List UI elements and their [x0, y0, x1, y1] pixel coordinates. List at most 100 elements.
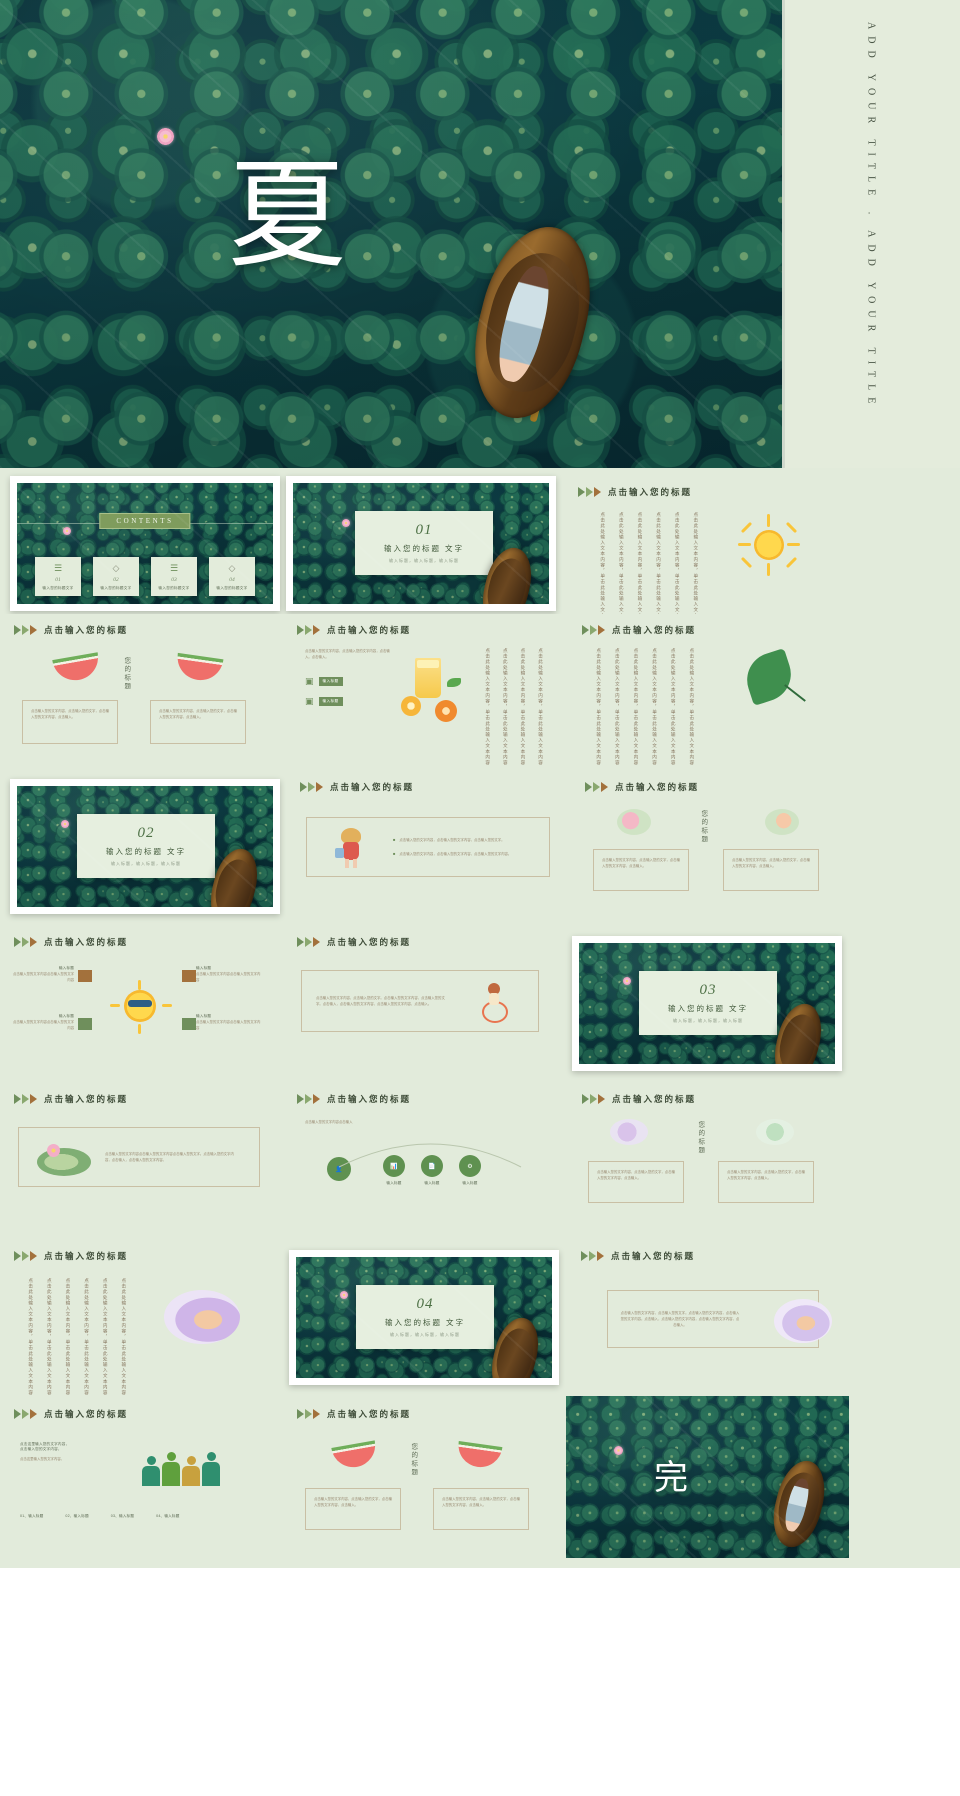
connector-block: [78, 1018, 92, 1030]
deck-row: 点击输入您的标题 点击输入您的文字内容点击输入您的文字内容点击输入您的文字。点击…: [0, 1083, 960, 1238]
thumbnail-swim-girl[interactable]: 点击输入您的标题 点击输入您的文字内容，点击输入您的文字。点击输入您的文字内容，…: [283, 926, 566, 1083]
process-step-label: 输入标题: [462, 1181, 478, 1185]
legend-item: 03、输入标题: [110, 1514, 135, 1518]
thumbnail-team[interactable]: 点击输入您的标题 点击这里输入您的文字内容， 点击输入您的文字内容， 点击这里输…: [0, 1396, 283, 1558]
bullet-item: ■ 点击输入您的文字内容，点击输入您的文字内容，点击输入您的文字内容。: [393, 851, 539, 857]
slide-header: 点击输入您的标题: [582, 624, 696, 636]
connector-block: [182, 1018, 196, 1030]
thumbnail-sleep-girl[interactable]: 点击输入您的标题 点击输入您的文字内容，点击输入您的文字。点击输入您的文字内容，…: [565, 1238, 848, 1396]
thumbnail-pool-people[interactable]: 点击输入您的标题 您的标题 点击输入您的文字内容，点击输入您的文字，点击输入您的…: [566, 1083, 849, 1238]
chevron-right-icon: [14, 625, 37, 635]
slide-header: 点击输入您的标题: [14, 1093, 128, 1105]
thumbnail-two-people[interactable]: 点击输入您的标题 您的标题 点击输入您的文字内容，点击输入您的文字，点击输入您的…: [569, 771, 852, 926]
list-item[interactable]: ▣ 输入标题: [305, 676, 343, 687]
section-number: 04: [416, 1296, 434, 1312]
thumbnail-vertical-girl[interactable]: 点击输入您的标题 点击此处输入文本内容，单击此处输入文本内容 点击此处输入文本内…: [0, 1238, 283, 1396]
page-title: 夏: [228, 151, 347, 282]
thumbnail-contents[interactable]: CONTENTS ☰ 01 输入您的标题文字 ◇ 02 输入您的标题文字 ☰ 0…: [10, 476, 280, 611]
thumbnail-watermelon[interactable]: 点击输入您的标题 您的标题 点击输入您的文字内容，点击输入您的文字，点击输入您的…: [0, 614, 283, 771]
vertical-text-col: 点击此处输入文本内容，单击此处输入文本内容: [538, 648, 544, 766]
team-figures: [142, 1452, 220, 1486]
slide-header-text: 点击输入您的标题: [330, 783, 415, 793]
slide-header: 点击输入您的标题: [578, 486, 692, 498]
thumbnail-section-03[interactable]: 03 输入您的标题 文字 输入标题，输入标题，输入标题: [572, 936, 842, 1071]
book-icon: ▣: [305, 676, 314, 686]
slide-header-text: 点击输入您的标题: [327, 626, 412, 636]
deck-row: 点击输入您的标题 您的标题 点击输入您的文字内容，点击输入您的文字，点击输入您的…: [0, 614, 960, 771]
slide-header: 点击输入您的标题: [14, 1408, 128, 1420]
thumbnail-lotus-leaf[interactable]: 点击输入您的标题 点击输入您的文字内容点击输入您的文字内容点击输入您的文字。点击…: [0, 1083, 283, 1238]
slide-header: 点击输入您的标题: [297, 624, 411, 636]
slide-header-text: 点击输入您的标题: [612, 626, 697, 636]
slide-header: 点击输入您的标题: [297, 1093, 411, 1105]
content-card-body: 点击输入您的文字内容，点击输入您的文字。点击输入您的文字内容，点击输入您的文字。…: [316, 995, 445, 1006]
slide-header-text: 点击输入您的标题: [611, 1252, 696, 1262]
contents-item-4[interactable]: ◇ 04 输入您的标题文字: [209, 557, 255, 596]
section-title: 输入您的标题 文字: [105, 847, 187, 856]
figure-icon: [142, 1456, 160, 1486]
layers-icon: ◇: [112, 563, 120, 573]
contents-item-3[interactable]: ☰ 03 输入您的标题文字: [151, 557, 197, 596]
section-card: 02 输入您的标题 文字 输入标题，输入标题，输入标题: [77, 814, 215, 878]
vertical-text-col: 点击此处输入文本内容，单击此处输入文本内容: [615, 648, 621, 766]
thumbnail-section-02[interactable]: 02 输入您的标题 文字 输入标题，输入标题，输入标题: [10, 779, 280, 914]
thumbnail-section-04[interactable]: 04 输入您的标题 文字 输入标题，输入标题，输入标题: [289, 1250, 559, 1385]
bullet-dot-icon: ■: [393, 850, 396, 856]
thumbnail-process[interactable]: 点击输入您的标题 点击输入您的文字内容点击输入 👤 📊 输入标题 📄 输入标题 …: [283, 1083, 566, 1238]
legend-item: 01、输入标题: [20, 1514, 44, 1518]
thumbnail-melon-end[interactable]: 点击输入您的标题 您的标题 点击输入您的文字内容，点击输入您的文字，点击输入您的…: [283, 1396, 566, 1558]
bullet-text: 点击输入您的文字内容，点击输入您的文字内容，点击输入您的文字内容。: [399, 851, 512, 856]
thumbnail-sun-mindmap[interactable]: 点击输入您的标题 输入标题 点击输入您的文字内容点击输入您的文字内容 输入标题 …: [0, 926, 283, 1083]
mindmap-node-desc: 点击输入您的文字内容点击输入您的文字内容: [196, 972, 261, 983]
person-illustration: [765, 809, 799, 835]
vertical-text-col: 点击此处输入文本内容，单击此处输入文本内容: [103, 1278, 109, 1396]
connector-block: [182, 970, 196, 982]
thumbnail-monstera[interactable]: 点击输入您的标题 点击此处输入文本内容，单击此处输入文本内容 点击此处输入文本内…: [566, 614, 849, 771]
text-card: 点击输入您的文字内容，点击输入您的文字，点击输入您的文字内容，点击输入。: [433, 1488, 529, 1530]
slide-subtitle-text: 您的标题: [696, 1121, 704, 1155]
sunglasses-sun-illustration: [110, 980, 172, 1034]
deck-row: 02 输入您的标题 文字 输入标题，输入标题，输入标题 点击输入您的标题 ■ 点…: [0, 771, 960, 926]
thumbnail-ending[interactable]: 完: [566, 1396, 849, 1558]
mindmap-node: 输入标题 点击输入您的文字内容点击输入您的文字内容: [10, 966, 74, 983]
thumbnail-girl-bullets[interactable]: 点击输入您的标题 ■ 点击输入您的文字内容，点击输入您的文字内容，点击输入您的文…: [286, 771, 569, 926]
contents-heading: CONTENTS: [99, 513, 191, 529]
text-card: 点击输入您的文字内容，点击输入您的文字，点击输入您的文字内容，点击输入。: [305, 1488, 401, 1530]
vertical-text-block: 点击此处输入文本内容，单击此处输入文本内容 点击此处输入文本内容，单击此处输入文…: [26, 1278, 129, 1396]
slide-header-text: 点击输入您的标题: [44, 938, 129, 948]
girl-swim-ring-illustration: [468, 981, 520, 1027]
text-card-body: 点击输入您的文字内容，点击输入您的文字，点击输入您的文字内容，点击输入。: [314, 1497, 392, 1508]
content-card: ■ 点击输入您的文字内容，点击输入您的文字内容，点击输入您的文字。 ■ 点击输入…: [306, 817, 550, 877]
contents-item-1[interactable]: ☰ 01 输入您的标题文字: [35, 557, 81, 596]
girl-with-bag-illustration: [329, 826, 375, 872]
contents-item-2[interactable]: ◇ 02 输入您的标题文字: [93, 557, 139, 596]
deck-row: CONTENTS ☰ 01 输入您的标题文字 ◇ 02 输入您的标题文字 ☰ 0…: [0, 474, 960, 630]
slide-header-text: 点击输入您的标题: [327, 1095, 412, 1105]
cover-artwork: [0, 0, 782, 468]
team-lead-line: 点击这里输入您的文字内容。: [20, 1457, 65, 1461]
person-illustration: [756, 1119, 794, 1145]
list-item[interactable]: ▣ 输入标题: [305, 696, 343, 707]
vertical-text-col: 点击此处输入文本内容，单击此处输入文本内容: [671, 648, 677, 766]
mindmap-node: 输入标题 点击输入您的文字内容点击输入您的文字内容: [196, 1014, 262, 1031]
chevron-right-icon: [582, 625, 605, 635]
section-card: 03 输入您的标题 文字 输入标题，输入标题，输入标题: [639, 971, 777, 1035]
text-card-body: 点击输入您的文字内容，点击输入您的文字，点击输入您的文字内容，点击输入。: [732, 858, 810, 869]
slide-header: 点击输入您的标题: [297, 1408, 411, 1420]
deck-row: 点击输入您的标题 输入标题 点击输入您的文字内容点击输入您的文字内容 输入标题 …: [0, 926, 960, 1083]
lotus-leaf-illustration: [33, 1138, 93, 1180]
lotus-flower-icon: [61, 820, 69, 828]
vertical-text-block: 点击此处输入文本内容，单击此处输入文本内容 点击此处输入文本内容，单击此处输入文…: [483, 648, 546, 766]
bullet-dot-icon: ■: [393, 837, 396, 843]
person-illustration: [610, 1119, 648, 1145]
vertical-text-col: 点击此处输入文本内容，单击此处输入文本内容: [65, 1278, 71, 1396]
thumbnail-section-01[interactable]: 01 输入您的标题 文字 输入标题，输入标题，输入标题: [286, 476, 556, 611]
content-card: 点击输入您的文字内容，点击输入您的文字。点击输入您的文字内容，点击输入您的文字内…: [607, 1290, 832, 1348]
slide-header: 点击输入您的标题: [297, 936, 411, 948]
thumbnail-sun[interactable]: 点击输入您的标题 点击此处输入文本内容，单击此处输入文本内容 点击此处输入文本内…: [562, 474, 845, 630]
section-title: 输入您的标题 文字: [667, 1004, 749, 1013]
lemonade-illustration: [395, 656, 475, 724]
figure-icon: [202, 1452, 220, 1486]
thumbnail-lemonade[interactable]: 点击输入您的标题 点击输入您的文字内容，点击输入您的文字内容，点击输入。点击输入…: [283, 614, 566, 771]
connector-block: [78, 970, 92, 982]
